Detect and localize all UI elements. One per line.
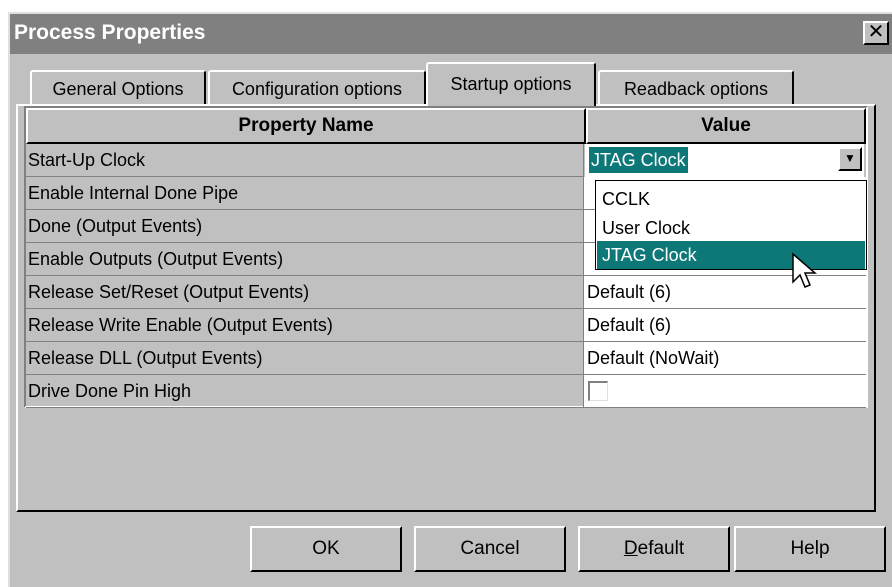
table-row[interactable]: Release Write Enable (Output Events) Def…: [26, 309, 866, 342]
dialog-title: Process Properties: [14, 21, 206, 44]
dropdown-option-cclk[interactable]: CCLK: [597, 185, 865, 213]
column-header-property-name[interactable]: Property Name: [26, 108, 586, 144]
column-header-label: Property Name: [238, 115, 374, 136]
tab-readback-options[interactable]: Readback options: [598, 70, 794, 106]
column-header-label: Value: [701, 115, 751, 136]
tab-configuration-options[interactable]: Configuration options: [208, 70, 426, 106]
tab-label: Readback options: [623, 79, 769, 99]
property-name: Release Set/Reset (Output Events): [26, 276, 584, 309]
button-label: Cancel: [460, 538, 520, 559]
startup-clock-dropdown-list: CCLK User Clock JTAG Clock: [595, 180, 867, 270]
property-name: Drive Done Pin High: [26, 375, 584, 408]
property-value[interactable]: Default (6): [584, 309, 866, 342]
help-button[interactable]: Help: [734, 526, 886, 572]
property-name: Release DLL (Output Events): [26, 342, 584, 375]
drive-done-pin-high-checkbox[interactable]: [588, 381, 608, 401]
close-icon: ✕: [867, 21, 885, 43]
table-row[interactable]: Release Set/Reset (Output Events) Defaul…: [26, 276, 866, 309]
button-label: OK: [312, 538, 340, 559]
table-row[interactable]: Release DLL (Output Events) Default (NoW…: [26, 342, 866, 375]
column-header-value[interactable]: Value: [586, 108, 866, 144]
tab-label: Startup options: [450, 74, 572, 94]
tab-label: Configuration options: [231, 79, 403, 99]
property-name: Release Write Enable (Output Events): [26, 309, 584, 342]
background-strip: [0, 0, 892, 12]
property-value-cell: [584, 375, 866, 408]
button-mnemonic: D: [623, 538, 638, 559]
table-row[interactable]: Start-Up Clock JTAG Clock ▼: [26, 144, 866, 177]
dropdown-button[interactable]: ▼: [838, 147, 862, 171]
close-button[interactable]: ✕: [863, 21, 889, 45]
property-value[interactable]: Default (6): [584, 276, 866, 309]
dropdown-option-user-clock[interactable]: User Clock: [597, 214, 865, 242]
dropdown-option-jtag-clock[interactable]: JTAG Clock: [597, 241, 865, 269]
title-bar: Process Properties ✕: [10, 14, 892, 54]
ok-button[interactable]: OK: [250, 526, 402, 572]
tab-label: General Options: [52, 79, 184, 99]
property-name: Start-Up Clock: [26, 144, 584, 177]
cancel-button[interactable]: Cancel: [414, 526, 566, 572]
mouse-pointer-icon: [792, 252, 818, 288]
chevron-down-icon: ▼: [844, 151, 856, 165]
default-button[interactable]: Default: [578, 526, 730, 572]
tab-general-options[interactable]: General Options: [30, 70, 206, 106]
combobox-selected-value: JTAG Clock: [589, 147, 688, 173]
button-label: efault: [637, 538, 685, 559]
property-name: Done (Output Events): [26, 210, 584, 243]
property-name: Enable Outputs (Output Events): [26, 243, 584, 276]
startup-clock-combobox[interactable]: JTAG Clock ▼: [585, 144, 864, 177]
table-row[interactable]: Drive Done Pin High: [26, 375, 866, 408]
tab-startup-options[interactable]: Startup options: [426, 62, 596, 110]
property-name: Enable Internal Done Pipe: [26, 177, 584, 210]
property-value[interactable]: Default (NoWait): [584, 342, 866, 375]
button-label: Help: [790, 538, 830, 559]
